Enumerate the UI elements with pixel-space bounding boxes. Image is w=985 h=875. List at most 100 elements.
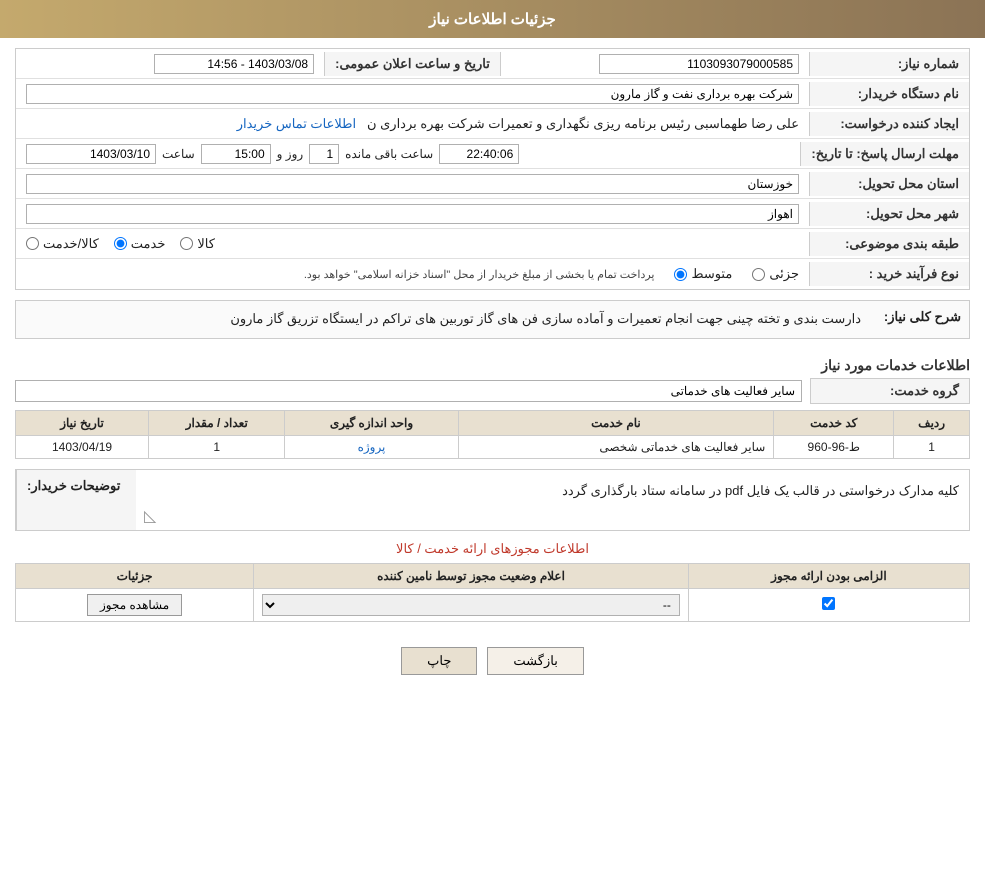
permits-table: الزامی بودن ارائه مجوز اعلام وضعیت مجوز … <box>15 563 970 622</box>
saat-label: ساعت <box>162 147 195 161</box>
buyer-notes-text: کلیه مدارک درخواستی در قالب یک فایل pdf … <box>146 478 959 499</box>
back-button[interactable]: بازگشت <box>487 647 583 675</box>
grouh-label: گروه خدمت: <box>810 378 970 404</box>
cell-count: 1 <box>149 435 285 458</box>
namdasgah-label: نام دستگاه خریدار: <box>809 82 969 106</box>
services-section: گروه خدمت: ردیف کد خدمت نام خدمت واحد ان… <box>15 378 970 459</box>
action-buttons: بازگشت چاپ <box>15 632 970 685</box>
th-name: نام خدمت <box>458 410 774 435</box>
tabaqe-khedmat-radio[interactable] <box>114 237 127 250</box>
nav-motovaset-label: متوسط <box>691 266 732 282</box>
shahr-row: شهر محل تحویل: <box>16 199 969 229</box>
tabaqe-label: طبقه بندی موضوعی: <box>809 232 969 256</box>
nav-jozi-label: جزئی <box>769 266 799 282</box>
namdasgah-value <box>16 80 809 108</box>
navfarayand-row: نوع فرآیند خرید : جزئی متوسط پرداخت تمام… <box>16 259 969 289</box>
shomare-row: شماره نیاز: تاریخ و ساعت اعلان عمومی: <box>16 49 969 79</box>
sharh-text: دارست بندی و تخته چینی جهت انجام تعمیرات… <box>24 309 861 330</box>
tabaqe-kala-label: کالا <box>197 236 215 252</box>
navfarayand-note: پرداخت تمام یا بخشی از مبلغ خریدار از مح… <box>304 268 655 281</box>
shahr-label: شهر محل تحویل: <box>809 202 969 226</box>
resize-icon: ◺ <box>144 506 156 526</box>
th-detail: جزئیات <box>16 563 254 588</box>
namdasgah-row: نام دستگاه خریدار: <box>16 79 969 109</box>
ejad-text: علی رضا طهماسبی رئیس برنامه ریزی نگهداری… <box>367 116 799 131</box>
navfarayand-label: نوع فرآیند خرید : <box>809 262 969 286</box>
mohlat-label: مهلت ارسال پاسخ: تا تاریخ: <box>800 142 969 166</box>
rooz-label: روز و <box>277 147 304 161</box>
public-datetime-label: تاریخ و ساعت اعلان عمومی: <box>324 52 501 76</box>
khadamat-table: ردیف کد خدمت نام خدمت واحد اندازه گیری ت… <box>15 410 970 459</box>
buyer-notes-content: کلیه مدارک درخواستی در قالب یک فایل pdf … <box>136 470 969 530</box>
permits-row: -- دارد ندارد مشاهده مجوز <box>16 588 970 621</box>
shahr-value <box>16 200 809 228</box>
page-title: جزئیات اطلاعات نیاز <box>429 11 556 28</box>
nav-jozi-item[interactable]: جزئی <box>752 266 799 282</box>
ostan-value <box>16 170 809 198</box>
namdasgah-input[interactable] <box>26 84 799 104</box>
shomare-input[interactable] <box>599 54 799 74</box>
th-status: اعلام وضعیت مجوز توسط نامین کننده <box>254 563 689 588</box>
ejad-label: ایجاد کننده درخواست: <box>809 112 969 136</box>
buyer-notes-label: توضیحات خریدار: <box>16 470 136 530</box>
tabaqe-kalakhedmat-item[interactable]: کالا/خدمت <box>26 236 99 252</box>
ejad-value: علی رضا طهماسبی رئیس برنامه ریزی نگهداری… <box>16 112 809 136</box>
grouh-input[interactable] <box>15 380 802 402</box>
table-row: 1 ط-96-960 سایر فعالیت های خدماتی شخصی پ… <box>16 435 970 458</box>
th-code: کد خدمت <box>774 410 894 435</box>
ostan-row: استان محل تحویل: <box>16 169 969 199</box>
th-unit: واحد اندازه گیری <box>285 410 458 435</box>
tabaqe-khedmat-item[interactable]: خدمت <box>114 236 166 252</box>
page-wrapper: جزئیات اطلاعات نیاز شماره نیاز: تاریخ و … <box>0 0 985 875</box>
permit-status-cell: -- دارد ندارد <box>254 588 689 621</box>
mohlat-value: ساعت باقی مانده روز و ساعت <box>16 140 800 168</box>
public-datetime-input[interactable] <box>154 54 314 74</box>
saat-mande-label: ساعت باقی مانده <box>345 147 433 161</box>
tabaqe-kala-radio[interactable] <box>180 237 193 250</box>
cell-radif: 1 <box>894 435 970 458</box>
nav-motovaset-radio[interactable] <box>674 268 687 281</box>
nav-jozi-radio[interactable] <box>752 268 765 281</box>
permits-table-wrapper: الزامی بودن ارائه مجوز اعلام وضعیت مجوز … <box>15 563 970 622</box>
tarikh-input[interactable] <box>26 144 156 164</box>
view-permit-button[interactable]: مشاهده مجوز <box>87 594 182 616</box>
tabaqe-kala-item[interactable]: کالا <box>180 236 215 252</box>
permit-detail-cell: مشاهده مجوز <box>16 588 254 621</box>
public-datetime-value <box>16 50 324 78</box>
countdown-time-input[interactable] <box>439 144 519 164</box>
permit-required-cell <box>688 588 969 621</box>
tabaqe-khedmat-label: خدمت <box>131 236 166 252</box>
rooz-input[interactable] <box>309 144 339 164</box>
sharh-label: شرح کلی نیاز: <box>871 309 961 325</box>
sharh-box: شرح کلی نیاز: دارست بندی و تخته چینی جهت… <box>15 300 970 339</box>
permit-status-select[interactable]: -- دارد ندارد <box>262 594 680 616</box>
th-radif: ردیف <box>894 410 970 435</box>
shahr-input[interactable] <box>26 204 799 224</box>
cell-code: ط-96-960 <box>774 435 894 458</box>
ostan-label: استان محل تحویل: <box>809 172 969 196</box>
nav-motovaset-item[interactable]: متوسط <box>674 266 732 282</box>
main-content: شماره نیاز: تاریخ و ساعت اعلان عمومی: نا… <box>0 38 985 695</box>
navfarayand-value: جزئی متوسط پرداخت تمام یا بخشی از مبلغ خ… <box>16 262 809 286</box>
shomare-value <box>501 50 809 78</box>
main-info-grid: شماره نیاز: تاریخ و ساعت اعلان عمومی: نا… <box>15 48 970 290</box>
buyer-notes-box: کلیه مدارک درخواستی در قالب یک فایل pdf … <box>15 469 970 531</box>
cell-date: 1403/04/19 <box>16 435 149 458</box>
tabaqe-row: طبقه بندی موضوعی: کالا خدمت کالا/خدمت <box>16 229 969 259</box>
ejad-link[interactable]: اطلاعات تماس خریدار <box>237 116 356 131</box>
print-button[interactable]: چاپ <box>401 647 477 675</box>
ejad-row: ایجاد کننده درخواست: علی رضا طهماسبی رئی… <box>16 109 969 139</box>
khadamat-title: اطلاعات خدمات مورد نیاز <box>15 349 970 378</box>
cell-unit: پروژه <box>285 435 458 458</box>
th-date: تاریخ نیاز <box>16 410 149 435</box>
permits-link[interactable]: اطلاعات مجوزهای ارائه خدمت / کالا <box>15 541 970 557</box>
th-count: تعداد / مقدار <box>149 410 285 435</box>
tabaqe-kalakhedmat-label: کالا/خدمت <box>43 236 99 252</box>
tabaqe-value: کالا خدمت کالا/خدمت <box>16 232 809 256</box>
permit-required-checkbox[interactable] <box>822 597 835 610</box>
saat-input[interactable] <box>201 144 271 164</box>
ostan-input[interactable] <box>26 174 799 194</box>
shomare-label: شماره نیاز: <box>809 52 969 76</box>
tabaqe-kalakhedmat-radio[interactable] <box>26 237 39 250</box>
page-header: جزئیات اطلاعات نیاز <box>0 0 985 38</box>
